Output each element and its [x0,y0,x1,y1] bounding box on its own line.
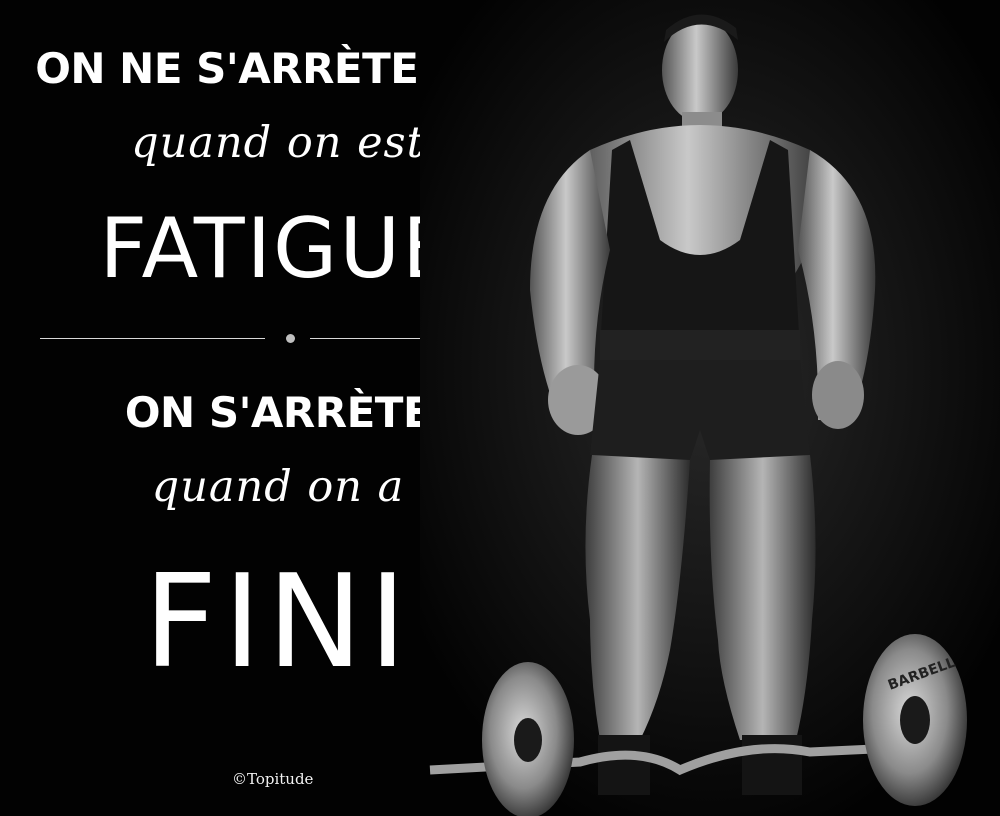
bodybuilder-photo: BARBELL [420,0,1000,816]
copyright-text: ©Topitude [232,770,314,788]
divider-line-left [40,338,265,339]
poster: ON NE S'ARRÈTE PAS quand on est FATIGUÉ … [0,0,1000,816]
divider-dot [286,334,295,343]
torso [580,125,820,370]
